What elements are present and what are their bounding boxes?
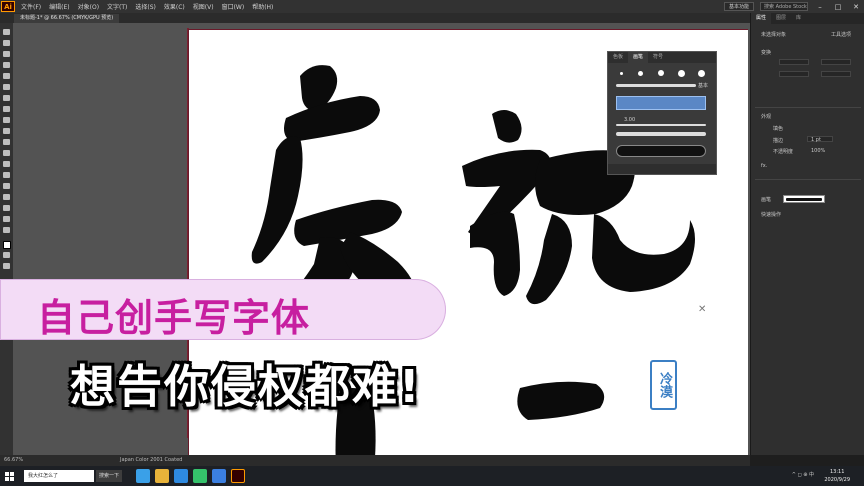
tab-symbols[interactable]: 符号 — [648, 52, 668, 63]
app-icon[interactable] — [212, 469, 227, 483]
stroke-zhu-dot — [492, 110, 522, 143]
brush-size-value: 3.00 — [624, 117, 636, 123]
name-seal: 冷漠 — [650, 360, 677, 410]
opacity-value[interactable]: 100% — [811, 148, 825, 154]
stroke-qing-left-fall — [251, 136, 303, 264]
tab-layers[interactable]: 图层 — [771, 13, 791, 24]
y-field[interactable] — [779, 71, 809, 77]
stroke-zhu-tail — [592, 214, 695, 292]
brush-stroke-bold[interactable] — [616, 145, 706, 157]
width-field[interactable] — [821, 59, 851, 65]
stroke-zhu-leg — [526, 214, 572, 305]
taskbar-search-button[interactable]: 搜索一下 — [96, 470, 123, 482]
stroke-label: 描边 — [773, 138, 784, 144]
transform-heading: 变换 — [761, 50, 772, 56]
divider — [755, 179, 861, 180]
stroke-lower-horizontal — [517, 381, 605, 420]
fill-label: 填色 — [773, 126, 784, 132]
height-field[interactable] — [821, 71, 851, 77]
brush-dot-large[interactable] — [658, 70, 664, 76]
folder-app-icon[interactable] — [155, 469, 170, 483]
brush-label: 画笔 — [761, 197, 772, 203]
brush-stroke-charcoal[interactable] — [616, 132, 706, 136]
color-profile: Japan Color 2001 Coated — [120, 457, 183, 463]
brush-definition-swatch[interactable] — [783, 195, 825, 203]
status-bar: 66.67% Japan Color 2001 Coated — [0, 455, 750, 466]
banner-title: 自己创手写字体 — [37, 296, 311, 340]
opacity-label: 不透明度 — [773, 149, 794, 155]
taskbar-clock[interactable]: 13:11 2020/9/29 — [824, 468, 850, 484]
clock-date: 2020/9/29 — [824, 477, 850, 483]
stroke-qing-horizontal — [284, 96, 380, 142]
title-banner: 自己创手写字体 — [0, 279, 446, 340]
brush-selected-row[interactable] — [616, 96, 706, 110]
fx-icon[interactable]: fx. — [761, 163, 767, 169]
tab-properties[interactable]: 属性 — [751, 13, 772, 24]
zoom-level[interactable]: 66.67% — [4, 455, 23, 466]
brush-dot-medium[interactable] — [638, 71, 643, 76]
close-marker-icon: ✕ — [698, 304, 707, 315]
divider — [755, 107, 861, 108]
brushes-panel-footer — [608, 164, 716, 174]
tab-swatches[interactable]: 色板 — [608, 52, 628, 63]
banner-subtitle: 想告你侵权都难! — [70, 360, 422, 413]
system-tray-icons[interactable]: ^ ◻ ⊕ 中 — [792, 471, 814, 478]
tool-options-button[interactable]: 工具选项 — [831, 31, 851, 38]
brushes-panel: 色板 画笔 符号 基本 3.00 — [607, 51, 717, 175]
brush-stroke-thin[interactable] — [616, 84, 696, 87]
stroke-zhu-body — [470, 211, 520, 296]
illustrator-app-icon[interactable] — [231, 469, 246, 483]
brush-dot-small[interactable] — [620, 72, 623, 75]
wechat-app-icon[interactable] — [193, 469, 208, 483]
browser-app-icon[interactable] — [174, 469, 189, 483]
brush-basic-label: 基本 — [698, 83, 709, 89]
edge-app-icon[interactable] — [136, 469, 151, 483]
appearance-heading: 外观 — [761, 114, 772, 120]
windows-taskbar: 我大红怎么了 搜索一下 ^ ◻ ⊕ 中 13:11 2020/9/29 — [0, 466, 864, 486]
properties-panel: 属性 图层 库 未选择对象 工具选项 变换 外观 填色 描边 1 pt 不透明度… — [750, 13, 864, 455]
start-button-icon[interactable] — [0, 466, 18, 486]
brush-dot-xxlarge[interactable] — [698, 70, 705, 77]
clock-time: 13:11 — [829, 469, 845, 475]
brush-dot-xlarge[interactable] — [678, 70, 685, 77]
brush-stroke-wave[interactable] — [616, 124, 706, 126]
tab-brushes[interactable]: 画笔 — [628, 52, 649, 63]
tab-libraries[interactable]: 库 — [791, 13, 806, 24]
quick-actions-heading: 快速操作 — [761, 212, 782, 218]
x-field[interactable] — [779, 59, 809, 65]
stroke-weight-value: 1 pt — [811, 137, 821, 143]
no-selection-label: 未选择对象 — [761, 32, 787, 38]
taskbar-search-input[interactable]: 我大红怎么了 — [24, 470, 94, 482]
